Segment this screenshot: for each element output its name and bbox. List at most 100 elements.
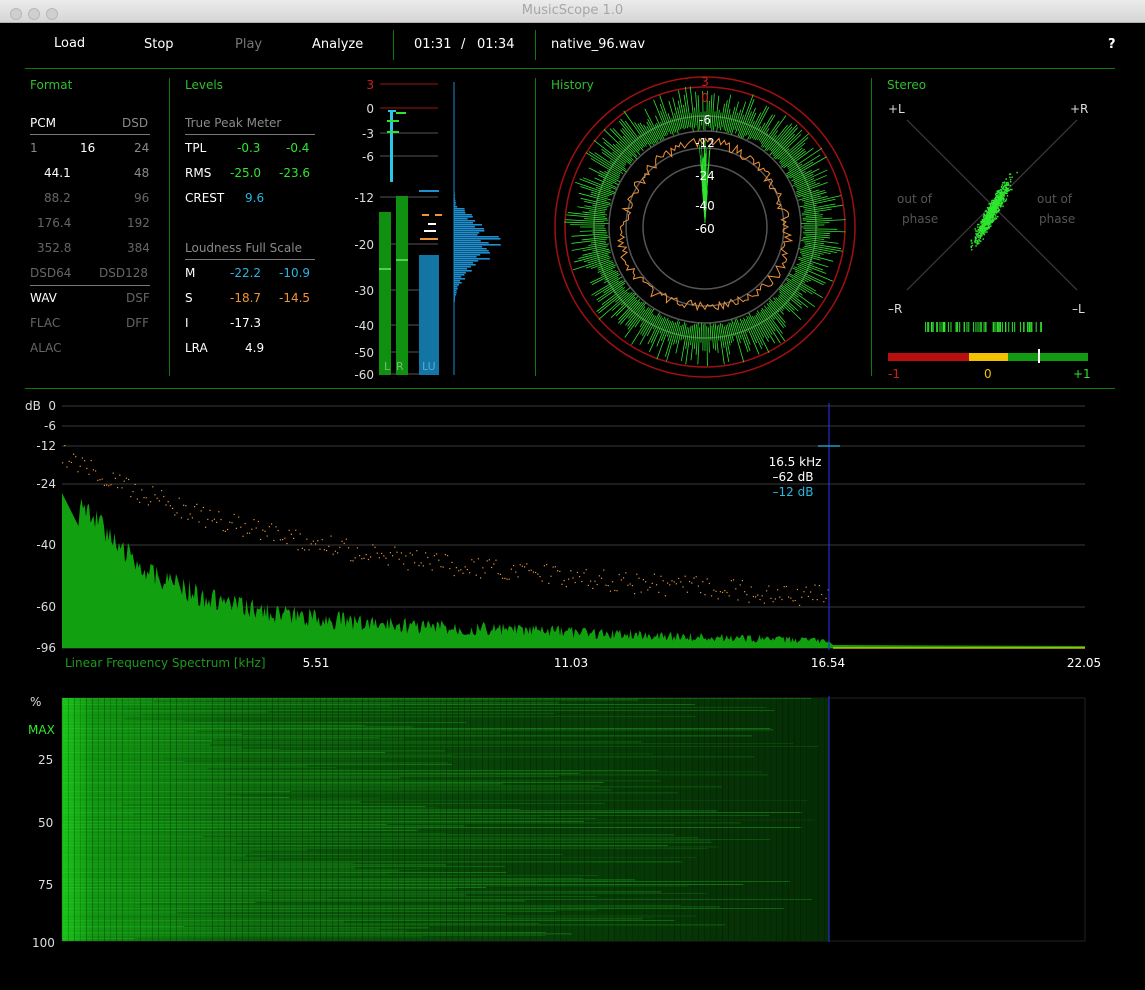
spectrogram-column xyxy=(170,698,171,941)
history-peak-spike xyxy=(579,230,607,232)
spectrum-peak-dot xyxy=(548,582,550,585)
spectrum-peak-dot xyxy=(433,555,435,557)
spectrogram-row xyxy=(62,788,594,789)
spectrum-peak-dot xyxy=(295,529,297,531)
spectrum-peak-dot xyxy=(816,599,818,601)
stereo-sample xyxy=(981,221,984,223)
spectrogram-column xyxy=(122,698,123,941)
spectrum-peak-dot xyxy=(497,573,499,575)
stereo-sample xyxy=(995,194,997,197)
spectrum-peak-dot xyxy=(207,518,209,521)
correlation-tick xyxy=(1040,322,1042,332)
histogram-bin xyxy=(454,282,462,284)
spectrum-peak-dot xyxy=(90,459,92,462)
stereo-sample xyxy=(997,191,999,193)
spectrogram-row xyxy=(62,885,689,887)
stop-button[interactable]: Stop xyxy=(144,37,174,52)
spectrum-peak-dot xyxy=(420,562,422,564)
spectrum-peak-dot xyxy=(112,472,114,474)
spectrum-peak-dot xyxy=(763,602,765,604)
correlation-tick xyxy=(980,322,982,332)
spectrum-peak-dot xyxy=(543,565,545,567)
stereo-sample xyxy=(993,217,996,219)
container-flac: FLAC xyxy=(30,316,61,330)
histogram-bin xyxy=(454,294,456,296)
out-of-phase-right: phase xyxy=(1039,212,1075,226)
spectrum-peak-dot xyxy=(429,563,431,565)
stereo-scope: +L +R –R –L out of phase out of phase -1… xyxy=(888,102,1091,381)
spectrogram-row xyxy=(62,719,125,720)
spectrogram-column xyxy=(368,698,369,941)
spectrogram-row xyxy=(62,785,600,786)
spectrum-peak-dot xyxy=(667,582,669,584)
spectrum-peak-dot xyxy=(629,583,631,585)
spectrum-peak-dot xyxy=(183,504,185,506)
stereo-sample xyxy=(1000,186,1003,188)
spectrum-peak-dot xyxy=(517,576,519,578)
play-button[interactable]: Play xyxy=(235,37,262,52)
stereo-sample xyxy=(1002,188,1005,191)
spectrogram-column xyxy=(386,698,387,941)
spectrum-peak-dot xyxy=(438,559,440,561)
spectrum-peak-dot xyxy=(389,552,391,554)
spectrum-peak-dot xyxy=(488,559,490,561)
meter-l-rms-marker xyxy=(379,268,391,270)
spectrum-peak-dot xyxy=(271,523,273,525)
spectrum-peak-dot xyxy=(770,597,772,599)
spectrogram-row xyxy=(62,789,611,791)
stereo-sample xyxy=(1009,176,1011,179)
stereo-sample xyxy=(983,228,986,231)
spectrum-peak-dot xyxy=(418,564,420,567)
spectrum-peak-dot xyxy=(268,526,270,528)
spectrum-peak-dot xyxy=(788,596,790,598)
history-ring-label: -6 xyxy=(699,113,711,127)
spectrogram-column xyxy=(92,698,93,941)
correlation-tick xyxy=(1011,322,1013,332)
history-peak-spike xyxy=(668,100,679,135)
spectrum-peak-dot xyxy=(119,474,121,476)
spectrogram-column xyxy=(332,698,333,941)
spectrogram-column xyxy=(74,698,75,941)
spectrum-peak-dot xyxy=(708,582,710,585)
spectrogram-column xyxy=(350,698,351,941)
spectrum-peak-dot xyxy=(570,570,572,572)
spectrum-peak-dot xyxy=(233,513,235,515)
stereo-sample xyxy=(1002,182,1004,184)
true-peak-meter-title: True Peak Meter xyxy=(185,116,282,130)
help-button[interactable]: ? xyxy=(1108,37,1116,52)
histogram-bin xyxy=(454,260,479,262)
spectrogram-row xyxy=(62,812,802,813)
spectrogram-column xyxy=(602,698,603,941)
divider xyxy=(169,78,170,376)
spectrum-peak-dot xyxy=(132,491,134,493)
stereo-sample xyxy=(1007,189,1009,192)
spectrum-peak-dot xyxy=(631,584,633,587)
spectrogram-column xyxy=(734,698,735,941)
spectrum-peak-dot xyxy=(158,500,160,502)
analyze-button[interactable]: Analyze xyxy=(312,37,363,52)
history-peak-spike xyxy=(625,302,645,326)
stereo-sample xyxy=(1003,195,1006,197)
crest-label: CREST xyxy=(185,191,225,205)
spectrum-peak-dot xyxy=(238,516,240,518)
spectrum-peak-dot xyxy=(730,580,732,582)
spectrum-peak-dot xyxy=(792,600,794,602)
spectrum-peak-dot xyxy=(64,444,66,447)
spectrogram-column xyxy=(608,698,609,941)
divider xyxy=(30,285,150,286)
spectrum-peak-dot xyxy=(176,512,178,514)
spectrum-peak-dot xyxy=(805,586,807,588)
tpl-label: TPL xyxy=(185,141,207,155)
spectrogram-column xyxy=(428,698,429,941)
load-button[interactable]: Load xyxy=(54,36,85,51)
stereo-sample xyxy=(987,219,989,222)
spectrogram-row xyxy=(62,890,270,891)
spectrogram-column xyxy=(542,698,543,941)
history-peak-spike xyxy=(794,270,824,286)
spectrogram-column xyxy=(626,698,627,941)
stereo-sample xyxy=(989,215,992,217)
spectrum-xticks: 5.51 11.03 16.54 22.05 xyxy=(303,656,1102,670)
spectrogram-column xyxy=(458,698,459,941)
stereo-sample xyxy=(977,234,980,237)
spectrum-peak-dot xyxy=(568,578,570,580)
